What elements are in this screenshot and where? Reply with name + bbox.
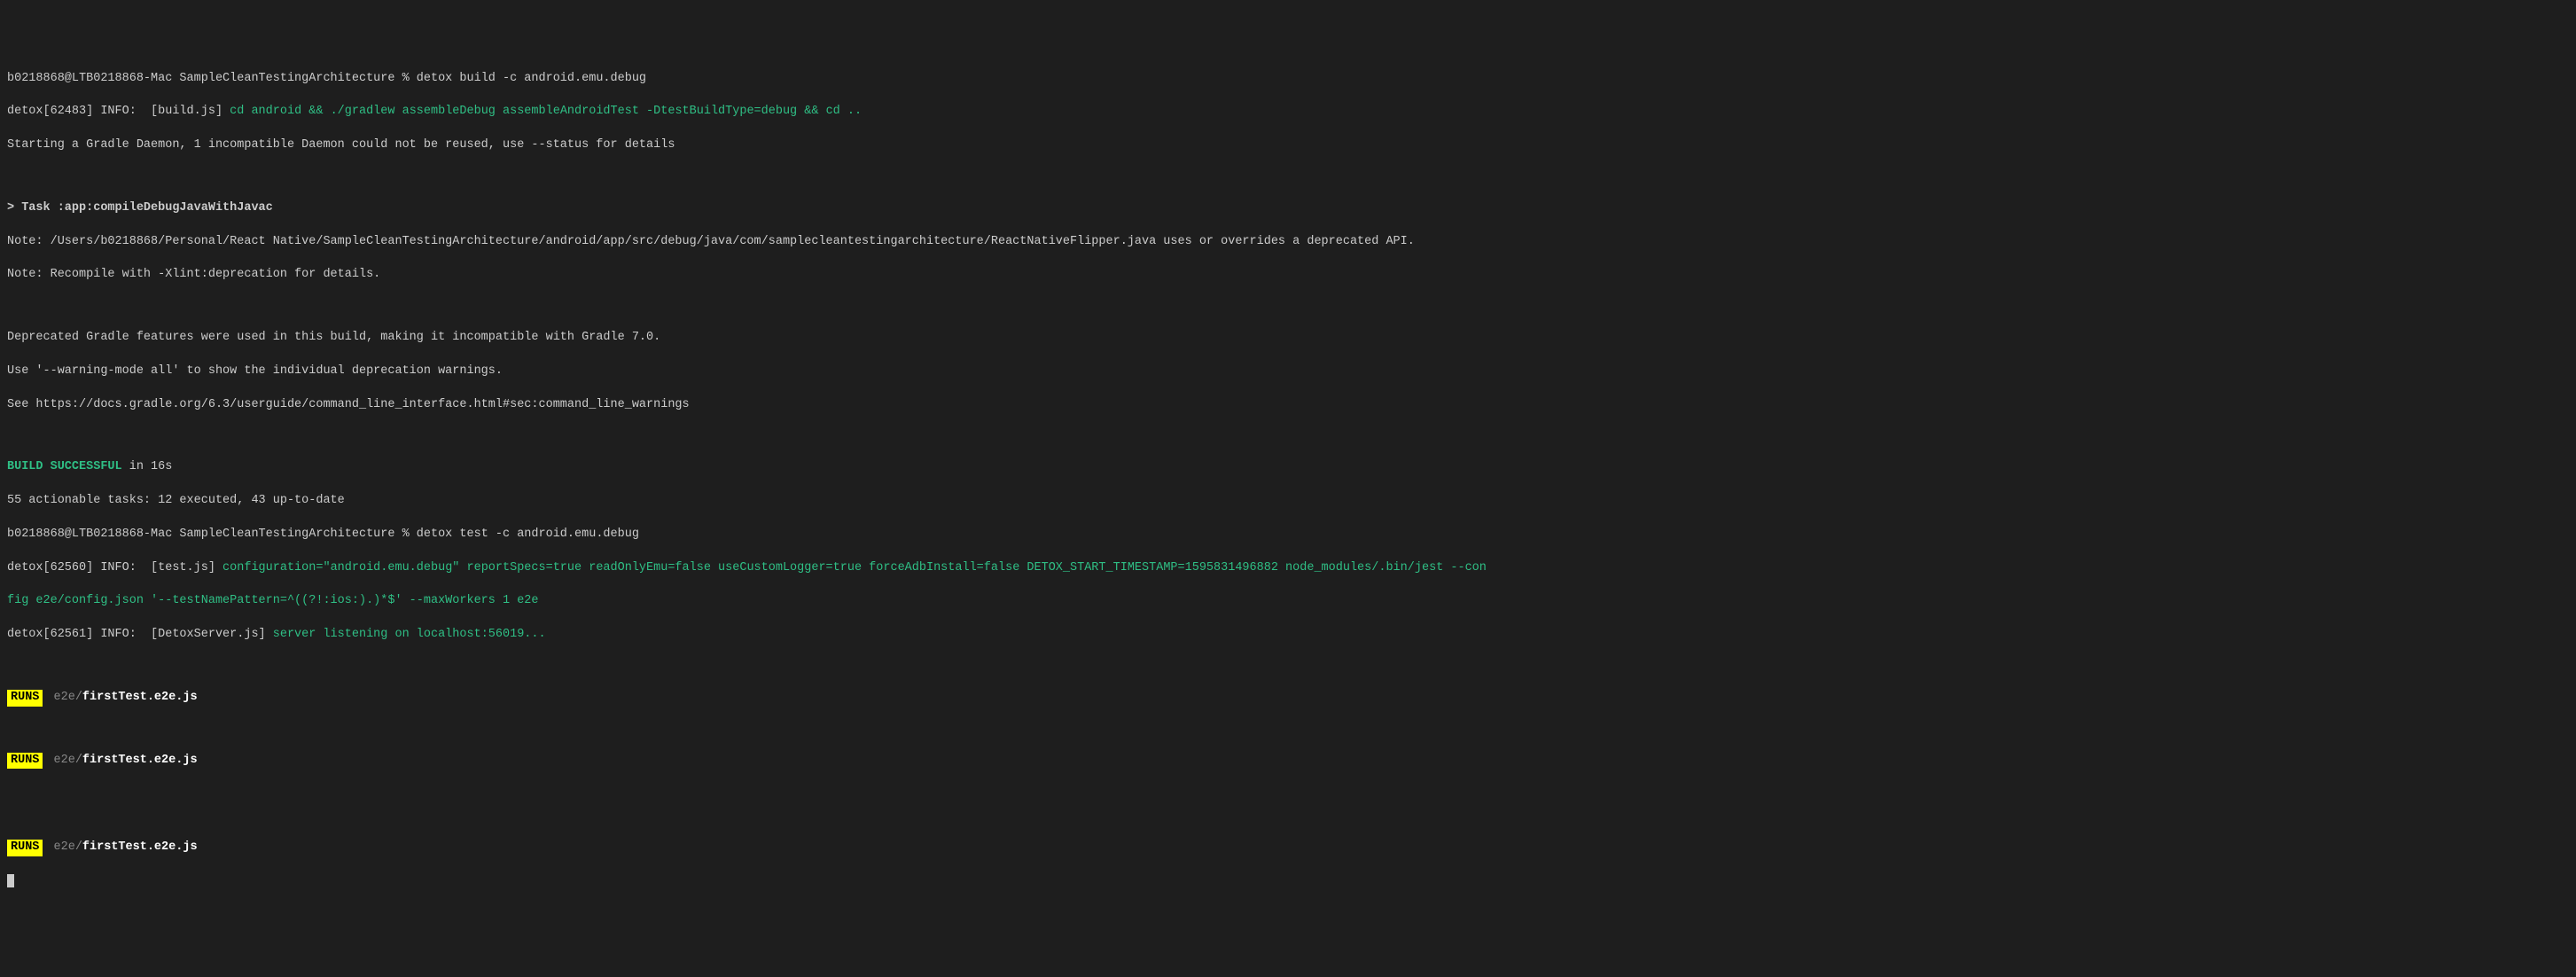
gradle-task: > Task :app:compileDebugJavaWithJavac [7,200,2569,217]
runs-badge: RUNS [7,840,43,856]
runs-badge: RUNS [7,753,43,770]
prompt-line-2: b0218868@LTB0218868-Mac SampleCleanTesti… [7,527,2569,543]
log-prefix: detox[62483] INFO: [build.js] [7,105,230,118]
deprecation-note-1: Note: /Users/b0218868/Personal/React Nat… [7,234,2569,251]
build-command: cd android && ./gradlew assembleDebug as… [230,105,862,118]
log-prefix: detox[62561] INFO: [DetoxServer.js] [7,628,273,641]
test-dir: e2e/ [54,691,82,704]
gradle-daemon-msg: Starting a Gradle Daemon, 1 incompatible… [7,137,2569,154]
deprecation-note-2: Note: Recompile with -Xlint:deprecation … [7,267,2569,284]
actionable-tasks: 55 actionable tasks: 12 executed, 43 up-… [7,493,2569,510]
cursor-line[interactable] [7,873,2569,890]
test-file: firstTest.e2e.js [82,840,198,854]
cursor-icon [7,874,14,887]
server-msg: server listening on localhost:56019... [273,628,546,641]
detox-build-info: detox[62483] INFO: [build.js] cd android… [7,104,2569,121]
test-file: firstTest.e2e.js [82,691,198,704]
build-result-line: BUILD SUCCESSFUL in 16s [7,459,2569,476]
shell-prompt: b0218868@LTB0218868-Mac SampleCleanTesti… [7,528,417,541]
detox-server-info: detox[62561] INFO: [DetoxServer.js] serv… [7,627,2569,644]
jest-runs-line-3: RUNS e2e/firstTest.e2e.js [7,840,2569,856]
jest-runs-line-2: RUNS e2e/firstTest.e2e.js [7,753,2569,770]
log-prefix: detox[62560] INFO: [test.js] [7,561,222,574]
gradle-deprecated-2: Use '--warning-mode all' to show the ind… [7,363,2569,380]
prompt-line-1: b0218868@LTB0218868-Mac SampleCleanTesti… [7,71,2569,88]
build-successful: BUILD SUCCESSFUL [7,460,122,473]
command-text: detox test -c android.emu.debug [417,528,639,541]
detox-test-info-1: detox[62560] INFO: [test.js] configurati… [7,560,2569,577]
shell-prompt: b0218868@LTB0218868-Mac SampleCleanTesti… [7,72,417,85]
test-dir: e2e/ [54,754,82,767]
gradle-deprecated-1: Deprecated Gradle features were used in … [7,330,2569,347]
detox-test-info-2: fig e2e/config.json '--testNamePattern=^… [7,593,2569,610]
test-dir: e2e/ [54,840,82,854]
jest-runs-line-1: RUNS e2e/firstTest.e2e.js [7,690,2569,707]
build-time: in 16s [122,460,173,473]
test-config: configuration="android.emu.debug" report… [222,561,1487,574]
test-file: firstTest.e2e.js [82,754,198,767]
runs-badge: RUNS [7,690,43,707]
gradle-deprecated-3: See https://docs.gradle.org/6.3/userguid… [7,397,2569,414]
command-text: detox build -c android.emu.debug [417,72,646,85]
